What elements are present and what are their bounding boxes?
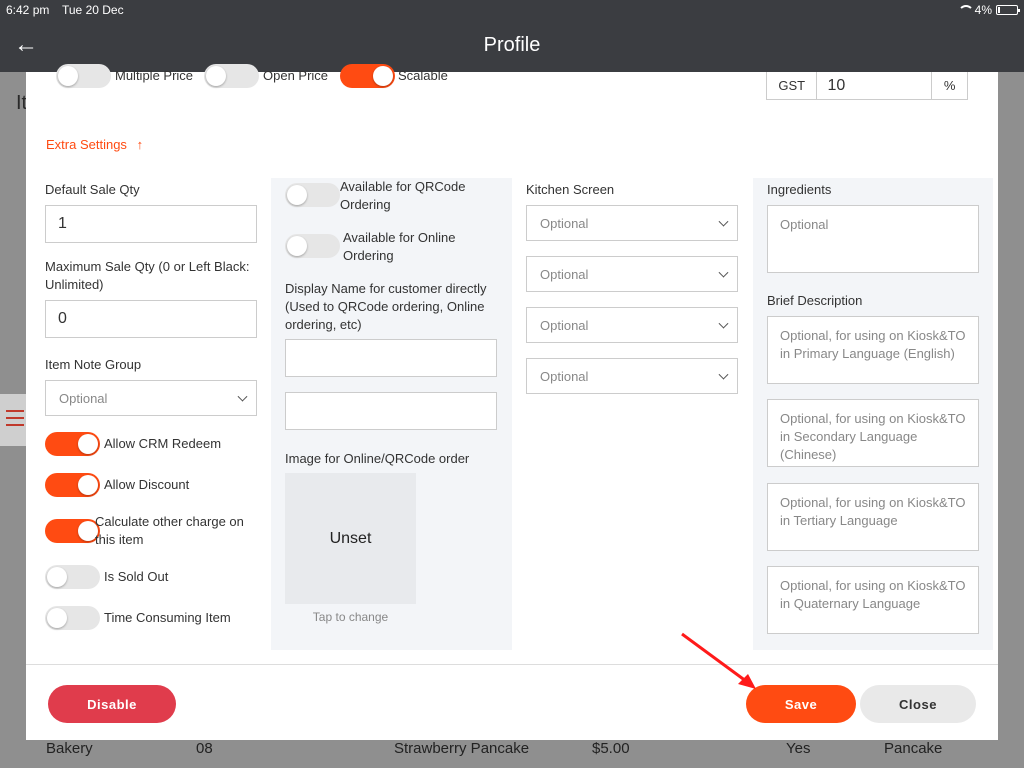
kitchen-screen-value-2: Optional [540,266,589,282]
row-group: Pancake [884,740,943,757]
open-price-label: Open Price [263,68,329,83]
online-ordering-toggle[interactable] [285,234,340,258]
status-date: Tue 20 Dec [62,3,124,17]
item-note-group-value: Optional [59,390,108,406]
annotation-arrow-icon [681,632,756,689]
row-name: Strawberry Pancake [394,740,530,757]
open-price-toggle[interactable] [204,64,259,88]
image-unset-text: Unset [329,529,372,547]
arrow-up-icon: ↑ [136,137,144,152]
ingredients-input[interactable]: Optional [767,205,979,273]
kitchen-screen-select-4[interactable]: Optional [526,358,738,394]
image-picker[interactable]: Unset [285,473,416,604]
is-sold-out-label: Is Sold Out [104,569,169,584]
description-secondary-input[interactable]: Optional, for using on Kiosk&TO in Secon… [767,399,979,467]
item-note-group-select[interactable]: Optional [45,380,257,416]
description-primary-input[interactable]: Optional, for using on Kiosk&TO in Prima… [767,316,979,384]
calculate-other-charge-label: Calculate other charge on this item [95,514,244,547]
allow-discount-label: Allow Discount [104,477,190,492]
item-note-group-label: Item Note Group [45,357,142,372]
page-title: Profile [483,34,541,56]
allow-discount-toggle[interactable] [45,473,100,497]
gst-field: GST 10 % [766,72,968,100]
close-button[interactable]: Close [860,685,976,723]
wifi-icon [957,5,974,15]
chevron-down-icon [237,391,248,402]
default-sale-qty-input[interactable]: 1 [45,205,257,243]
extra-settings-link[interactable]: Extra Settings ↑ [46,136,143,154]
display-name-label: Display Name for customer directly (Used… [285,281,487,332]
image-label: Image for Online/QRCode order [285,451,470,466]
multiple-price-label: Multiple Price [115,68,194,83]
display-name-input-1[interactable] [285,339,497,377]
brief-description-label: Brief Description [767,293,863,308]
kitchen-screen-value-4: Optional [540,368,589,384]
chevron-down-icon [718,318,729,329]
kitchen-screen-value-1: Optional [540,215,589,231]
default-sale-qty-label: Default Sale Qty [45,182,140,197]
tap-to-change-label: Tap to change [312,610,389,624]
status-time: 6:42 pm [6,3,50,17]
menu-icon[interactable] [0,394,26,446]
calculate-other-charge-toggle[interactable] [45,519,100,543]
gst-label: GST [767,72,818,99]
is-sold-out-toggle[interactable] [45,565,100,589]
kitchen-screen-select-2[interactable]: Optional [526,256,738,292]
gst-unit: % [943,78,956,93]
kitchen-screen-select-1[interactable]: Optional [526,205,738,241]
battery-icon [996,5,1020,15]
item-settings-modal: Multiple Price Open Price Scalable GST 1… [26,64,998,740]
chevron-down-icon [718,216,729,227]
max-sale-qty-label: Maximum Sale Qty (0 or Left Black: Unlim… [45,259,250,292]
description-quaternary-input[interactable]: Optional, for using on Kiosk&TO in Quate… [767,566,979,634]
qrcode-ordering-label: Available for QRCode Ordering [340,179,466,212]
multiple-price-toggle[interactable] [56,64,111,88]
time-consuming-item-label: Time Consuming Item [104,610,231,625]
kitchen-screen-label: Kitchen Screen [526,182,615,197]
background-table-row[interactable]: Bakery 08 Strawberry Pancake $5.00 Yes P… [26,738,998,768]
online-ordering-label: Available for Online Ordering [343,230,456,263]
scalable-toggle[interactable] [340,64,395,88]
row-flag: Yes [786,740,811,757]
qrcode-ordering-toggle[interactable] [285,183,340,207]
ingredients-label: Ingredients [767,182,832,197]
kitchen-screen-select-3[interactable]: Optional [526,307,738,343]
display-name-input-2[interactable] [285,392,497,430]
app-header: ← Profile [0,20,1024,72]
time-consuming-item-toggle[interactable] [45,606,100,630]
save-button[interactable]: Save [746,685,856,723]
row-price: $5.00 [592,740,630,757]
allow-crm-redeem-toggle[interactable] [45,432,100,456]
footer-divider [26,664,998,665]
extra-settings-label: Extra Settings [46,137,127,152]
chevron-down-icon [718,369,729,380]
kitchen-screen-value-3: Optional [540,317,589,333]
row-category: Bakery [46,740,93,757]
disable-button[interactable]: Disable [48,685,176,723]
row-code: 08 [196,740,213,757]
status-bar: 6:42 pm Tue 20 Dec 4% [0,0,1024,20]
allow-crm-redeem-label: Allow CRM Redeem [104,436,222,451]
battery-percent: 4% [974,3,992,17]
scalable-label: Scalable [398,68,448,83]
max-sale-qty-input[interactable]: 0 [45,300,257,338]
chevron-down-icon [718,267,729,278]
description-tertiary-input[interactable]: Optional, for using on Kiosk&TO in Terti… [767,483,979,551]
gst-input[interactable]: 10 [817,72,933,99]
